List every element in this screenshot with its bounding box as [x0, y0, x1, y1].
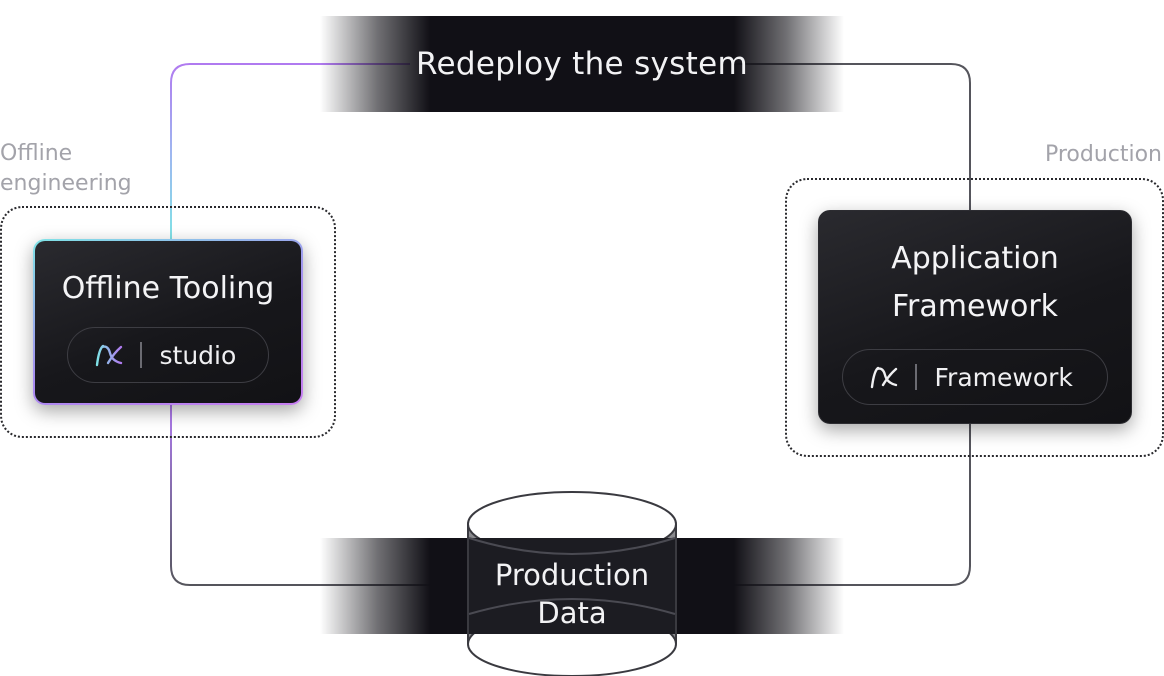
- production-zone-label: Production: [1044, 142, 1162, 167]
- framework-label: Framework: [934, 362, 1073, 392]
- production-data-label: Production Data: [466, 556, 678, 632]
- offline-tooling-title: Offline Tooling: [61, 271, 275, 306]
- offline-engineering-label: Offline engineering: [0, 141, 132, 196]
- pill-divider: [140, 342, 142, 368]
- pill-divider: [915, 364, 917, 390]
- framework-pill[interactable]: Framework: [842, 349, 1108, 405]
- application-framework-title: Application Framework: [891, 241, 1059, 324]
- logo-icon: [869, 365, 899, 389]
- production-data-text: Production Data: [494, 558, 650, 630]
- logo-icon: [94, 343, 124, 367]
- studio-pill[interactable]: studio: [67, 327, 269, 383]
- application-framework-card[interactable]: Application Framework Framework: [818, 210, 1132, 424]
- offline-tooling-card[interactable]: Offline Tooling studio: [33, 239, 303, 405]
- studio-label: studio: [159, 340, 237, 370]
